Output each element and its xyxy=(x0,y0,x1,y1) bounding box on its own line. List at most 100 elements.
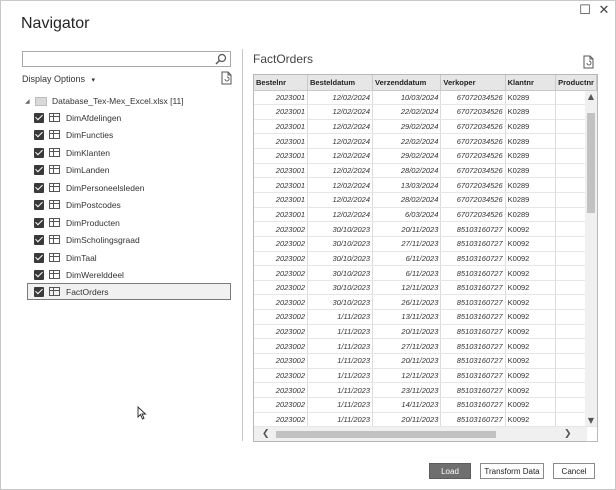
table-cell: 85103160727 xyxy=(440,397,506,413)
scroll-right-icon[interactable]: ❯ xyxy=(564,427,572,441)
nav-item-dimlanden[interactable]: DimLanden xyxy=(34,161,231,178)
collapse-arrow-icon[interactable]: ◢ xyxy=(25,98,35,105)
close-button[interactable]: ✕ xyxy=(596,4,612,18)
table-row: 2023001 12/02/2024 29/02/2024 67072034526 K0… xyxy=(254,119,597,135)
scrollbar-thumb[interactable] xyxy=(587,113,595,213)
table-cell: K0092 xyxy=(505,294,557,311)
checkbox[interactable] xyxy=(34,234,44,245)
table-cell: 20/11/2023 xyxy=(372,324,442,340)
nav-item-dimfuncties[interactable]: DimFuncties xyxy=(34,126,231,143)
column-header[interactable]: Productnr xyxy=(555,75,597,91)
nav-item-label: DimPersoneelsleden xyxy=(66,182,145,193)
table-cell: 13/11/2023 xyxy=(372,309,442,325)
panel-splitter[interactable] xyxy=(242,49,243,441)
checkbox[interactable] xyxy=(34,112,44,123)
table-cell: 27/11/2023 xyxy=(372,338,442,355)
table-row: 2023001 12/02/2024 29/02/2024 67072034526 K0… xyxy=(254,148,597,164)
scroll-up-icon[interactable]: ▲ xyxy=(585,92,597,101)
cancel-button[interactable]: Cancel xyxy=(553,463,595,479)
export-icon[interactable] xyxy=(581,55,595,69)
table-row: 2023002 30/10/2023 27/11/2023 85103160727 K0… xyxy=(254,236,597,252)
checkbox[interactable] xyxy=(34,269,44,280)
scrollbar-thumb[interactable] xyxy=(276,431,496,438)
table-cell: 27/11/2023 xyxy=(372,236,442,252)
horizontal-scrollbar[interactable]: ❮ ❯ xyxy=(254,427,587,441)
workbook-node[interactable]: ◢ Database_Tex-Mex_Excel.xlsx [11] xyxy=(25,94,184,108)
checkbox[interactable] xyxy=(34,217,44,228)
table-cell: 23/11/2023 xyxy=(372,382,442,398)
folder-icon xyxy=(35,96,47,106)
mouse-cursor-icon xyxy=(137,406,147,420)
table-cell: 2023002 xyxy=(254,338,308,355)
nav-item-label: DimKlanten xyxy=(66,147,110,158)
table-cell: 85103160727 xyxy=(440,324,506,340)
nav-item-dimscholingsgraad[interactable]: DimScholingsgraad xyxy=(34,231,231,248)
table-cell: K0289 xyxy=(505,148,557,164)
scroll-down-icon[interactable]: ▼ xyxy=(585,416,597,425)
table-row: 2023001 12/02/2024 28/02/2024 67072034526 K0… xyxy=(254,192,597,208)
workbook-label: Database_Tex-Mex_Excel.xlsx [11] xyxy=(52,96,184,106)
search-icon[interactable] xyxy=(215,53,227,65)
table-cell: 30/10/2023 xyxy=(307,294,374,311)
table-cell: 85103160727 xyxy=(440,412,506,428)
checkbox[interactable] xyxy=(34,164,44,175)
table-cell: 28/02/2024 xyxy=(372,192,442,208)
table-row: 2023002 1/11/2023 14/11/2023 85103160727 K00… xyxy=(254,397,597,413)
maximize-button[interactable]: ☐ xyxy=(577,4,593,18)
table-cell: 30/10/2023 xyxy=(307,280,374,296)
table-cell: 67072034526 xyxy=(440,192,506,208)
nav-item-dimwerelddeel[interactable]: DimWerelddeel xyxy=(34,266,231,283)
nav-item-dimpersoneelsleden[interactable]: DimPersoneelsleden xyxy=(34,179,231,196)
transform-data-button[interactable]: Transform Data xyxy=(480,463,544,479)
table-cell: 12/02/2024 xyxy=(307,177,374,193)
table-row: 2023002 1/11/2023 20/11/2023 85103160727 K00… xyxy=(254,324,597,340)
column-header[interactable]: Klantnr xyxy=(505,75,557,91)
table-cell: 1/11/2023 xyxy=(307,368,374,384)
table-cell: 30/10/2023 xyxy=(307,236,374,252)
table-cell: 1/11/2023 xyxy=(307,353,374,369)
chevron-down-icon: ▾ xyxy=(91,76,96,84)
table-icon xyxy=(49,235,60,244)
checkbox[interactable] xyxy=(34,199,44,210)
load-button[interactable]: Load xyxy=(429,463,471,479)
refresh-icon[interactable] xyxy=(219,71,233,85)
nav-item-factorders[interactable]: FactOrders xyxy=(27,283,231,300)
scroll-left-icon[interactable]: ❮ xyxy=(262,427,270,441)
nav-item-dimtaal[interactable]: DimTaal xyxy=(34,249,231,266)
table-cell: K0289 xyxy=(505,119,557,135)
table-cell: 67072034526 xyxy=(440,207,506,223)
display-options-dropdown[interactable]: Display Options ▾ xyxy=(22,74,95,84)
table-cell: K0289 xyxy=(505,90,557,106)
nav-item-dimafdelingen[interactable]: DimAfdelingen xyxy=(34,109,231,126)
table-cell: 2023002 xyxy=(254,265,308,281)
column-header[interactable]: Besteldatum xyxy=(307,75,374,91)
checkbox[interactable] xyxy=(34,182,44,193)
dialog-title: Navigator xyxy=(21,15,90,32)
nav-item-label: FactOrders xyxy=(66,286,109,297)
search-field[interactable] xyxy=(22,51,231,70)
table-icon xyxy=(49,148,60,157)
table-cell: K0289 xyxy=(505,133,557,150)
nav-item-label: DimTaal xyxy=(66,252,97,263)
checkbox[interactable] xyxy=(34,252,44,263)
search-input[interactable] xyxy=(23,55,213,70)
checkbox[interactable] xyxy=(34,147,44,158)
nav-item-dimproducten[interactable]: DimProducten xyxy=(34,214,231,231)
table-cell: 12/02/2024 xyxy=(307,90,374,106)
nav-item-dimpostcodes[interactable]: DimPostcodes xyxy=(34,196,231,213)
column-header[interactable]: Verzenddatum xyxy=(372,75,442,91)
table-cell: 2023001 xyxy=(254,177,308,193)
vertical-scrollbar[interactable]: ▲ ▼ xyxy=(585,91,597,426)
table-cell: 12/02/2024 xyxy=(307,163,374,179)
data-preview-grid[interactable]: Bestelnr Besteldatum Verzenddatum Verkop… xyxy=(253,74,598,442)
column-header[interactable]: Bestelnr xyxy=(254,75,308,91)
table-cell: 67072034526 xyxy=(440,163,506,179)
table-cell: K0092 xyxy=(505,236,557,252)
nav-item-dimklanten[interactable]: DimKlanten xyxy=(34,144,231,161)
column-header[interactable]: Verkoper xyxy=(440,75,506,91)
table-cell: 12/02/2024 xyxy=(307,207,374,223)
table-icon xyxy=(49,253,60,262)
checkbox[interactable] xyxy=(34,129,44,140)
table-row: 2023001 12/02/2024 22/02/2024 67072034526 K0… xyxy=(254,133,597,150)
checkbox[interactable] xyxy=(34,286,44,297)
